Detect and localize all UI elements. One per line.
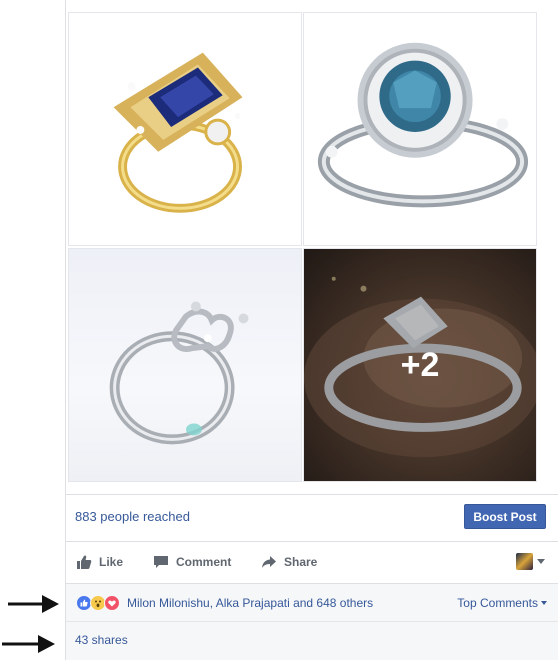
reaction-icons[interactable]: [76, 595, 124, 611]
post-action-bar: Like Comment Share: [66, 542, 558, 584]
photo-ring-sapphire[interactable]: [68, 12, 302, 246]
more-photos-count: +2: [400, 345, 440, 384]
ring-crown-silver-photo: [109, 301, 249, 445]
photo-ring-blue-diamond[interactable]: [303, 12, 537, 246]
people-reached-link[interactable]: 883 people reached: [75, 509, 190, 524]
top-comments-dropdown[interactable]: Top Comments: [457, 596, 547, 610]
photo-ring-on-hand[interactable]: +2: [303, 248, 537, 482]
share-arrow-icon: [262, 556, 276, 568]
reach-bar: 883 people reached Boost Post: [66, 494, 558, 542]
annotation-arrow-icon: [0, 632, 56, 656]
react-as-page-selector[interactable]: [516, 553, 545, 570]
boost-post-button[interactable]: Boost Post: [464, 504, 546, 529]
photo-ring-crown[interactable]: [68, 248, 302, 482]
comment-bubble-icon: [154, 556, 168, 568]
shares-link[interactable]: 43 shares: [75, 633, 128, 647]
share-label: Share: [284, 555, 318, 569]
reactors-link[interactable]: Milon Milonishu, Alka Prajapati and 648 …: [127, 596, 373, 610]
like-button[interactable]: Like: [76, 554, 123, 570]
page-avatar: [516, 553, 533, 570]
top-comments-label: Top Comments: [457, 596, 538, 610]
thumbs-up-icon: [77, 555, 92, 569]
love-reaction-icon: [104, 595, 120, 611]
chevron-down-icon: [537, 559, 545, 564]
comment-label: Comment: [176, 555, 232, 569]
annotation-arrow-icon: [6, 592, 60, 616]
share-button[interactable]: Share: [261, 554, 317, 570]
reactions-panel: Milon Milonishu, Alka Prajapati and 648 …: [66, 584, 558, 660]
ring-sapphire-gold-photo: [113, 52, 243, 213]
post-card: +2 883 people reached Boost Post Like Co…: [65, 0, 558, 660]
chevron-down-icon: [541, 601, 547, 605]
like-label: Like: [99, 555, 124, 569]
reactions-summary-row: Milon Milonishu, Alka Prajapati and 648 …: [66, 584, 558, 622]
comment-button[interactable]: Comment: [153, 554, 231, 570]
more-photos-overlay[interactable]: +2: [304, 249, 536, 481]
ring-blue-diamond-silver-photo: [317, 42, 529, 208]
